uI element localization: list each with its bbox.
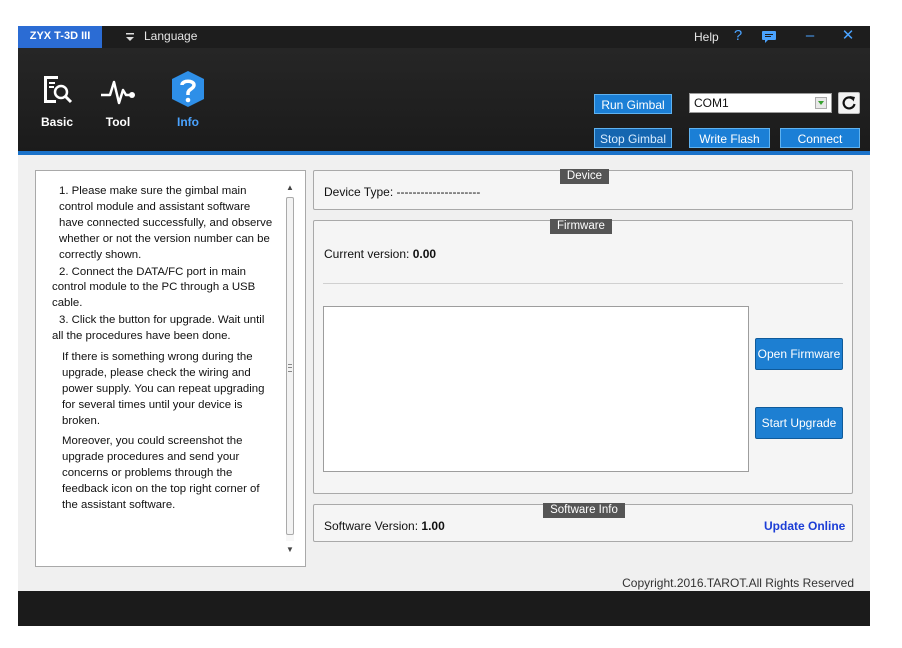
- chevron-down-icon[interactable]: [815, 97, 827, 109]
- info-page: 1. Please make sure the gimbal main cont…: [18, 155, 870, 591]
- current-version-row: Current version: 0.00: [324, 247, 436, 261]
- nav-tool[interactable]: Tool: [91, 66, 145, 132]
- nav-tool-label: Tool: [105, 115, 131, 129]
- instruction-note: If there is something wrong during the u…: [62, 351, 265, 428]
- open-firmware-button[interactable]: Open Firmware: [755, 338, 843, 370]
- scroll-down-icon[interactable]: ▼: [283, 543, 297, 557]
- app-name-badge: ZYX T-3D III: [18, 26, 102, 48]
- instruction-step: 1. Please make sure the gimbal main cont…: [59, 185, 273, 261]
- refresh-icon: [842, 96, 856, 110]
- write-flash-button[interactable]: Write Flash: [689, 128, 770, 148]
- run-gimbal-button[interactable]: Run Gimbal: [594, 94, 672, 114]
- software-version-value: 1.00: [421, 519, 445, 533]
- instruction-step: 3. Click the button for upgrade. Wait un…: [52, 314, 265, 343]
- update-online-link[interactable]: Update Online: [764, 519, 845, 533]
- firmware-log-area[interactable]: [323, 306, 749, 472]
- software-info-title: Software Info: [543, 503, 625, 518]
- minimize-icon[interactable]: –: [798, 26, 822, 48]
- nav-info-label: Info: [177, 115, 199, 129]
- port-select-value: COM1: [694, 96, 729, 110]
- close-icon[interactable]: ✕: [836, 26, 860, 48]
- connect-button[interactable]: Connect: [780, 128, 860, 148]
- software-version-row: Software Version: 1.00: [324, 519, 445, 533]
- current-version-label: Current version:: [324, 247, 410, 261]
- instructions-text: 1. Please make sure the gimbal main cont…: [36, 184, 288, 514]
- software-version-label: Software Version:: [324, 519, 419, 533]
- info-help-icon: [172, 71, 204, 107]
- instruction-step: 2. Connect the DATA/FC port in main cont…: [52, 265, 256, 310]
- magnifier-document-icon: [44, 76, 73, 104]
- refresh-button[interactable]: [838, 92, 860, 114]
- help-icon[interactable]: ?: [726, 26, 750, 48]
- divider: [323, 283, 843, 284]
- instruction-note: Moreover, you could screenshot the upgra…: [62, 435, 260, 512]
- waveform-icon: [101, 80, 135, 105]
- stop-gimbal-button[interactable]: Stop Gimbal: [594, 128, 672, 148]
- device-type-row: Device Type: ---------------------: [324, 185, 480, 199]
- device-panel: Device Device Type: --------------------…: [313, 169, 853, 210]
- start-upgrade-button[interactable]: Start Upgrade: [755, 407, 843, 439]
- nav-info[interactable]: Info: [161, 66, 215, 132]
- nav-basic-label: Basic: [40, 115, 74, 129]
- help-label[interactable]: Help: [694, 30, 719, 44]
- instructions-scrollbar[interactable]: ▲ ▼: [283, 181, 297, 557]
- scroll-track[interactable]: [286, 197, 294, 541]
- grip-icon: [288, 364, 292, 372]
- app-window: ZYX T-3D III Language Help ? – ✕ Basic T…: [18, 26, 870, 626]
- feedback-icon[interactable]: [761, 30, 777, 44]
- current-version-value: 0.00: [412, 247, 437, 261]
- title-bar: ZYX T-3D III Language Help ? – ✕: [18, 26, 870, 48]
- software-info-panel: Software Info Software Version: 1.00 Upd…: [313, 503, 853, 542]
- device-panel-title: Device: [560, 169, 609, 184]
- header-toolbar: Basic Tool Info Run Gimbal Stop Gimbal C…: [18, 48, 870, 151]
- port-select[interactable]: COM1: [689, 93, 832, 113]
- device-type-label: Device Type:: [324, 185, 394, 199]
- device-type-value: ---------------------: [396, 185, 481, 199]
- firmware-panel-title: Firmware: [550, 219, 612, 234]
- status-footer: [18, 591, 870, 626]
- language-menu[interactable]: Language: [144, 29, 197, 43]
- copyright-text: Copyright.2016.TAROT.All Rights Reserved: [622, 576, 854, 590]
- scroll-up-icon[interactable]: ▲: [283, 181, 297, 195]
- instructions-box[interactable]: 1. Please make sure the gimbal main cont…: [35, 170, 306, 567]
- scroll-thumb[interactable]: [286, 197, 294, 535]
- menu-dropdown-icon[interactable]: [122, 29, 138, 45]
- nav-basic[interactable]: Basic: [30, 66, 84, 132]
- firmware-panel: Firmware Current version: 0.00 Open Firm…: [313, 219, 853, 494]
